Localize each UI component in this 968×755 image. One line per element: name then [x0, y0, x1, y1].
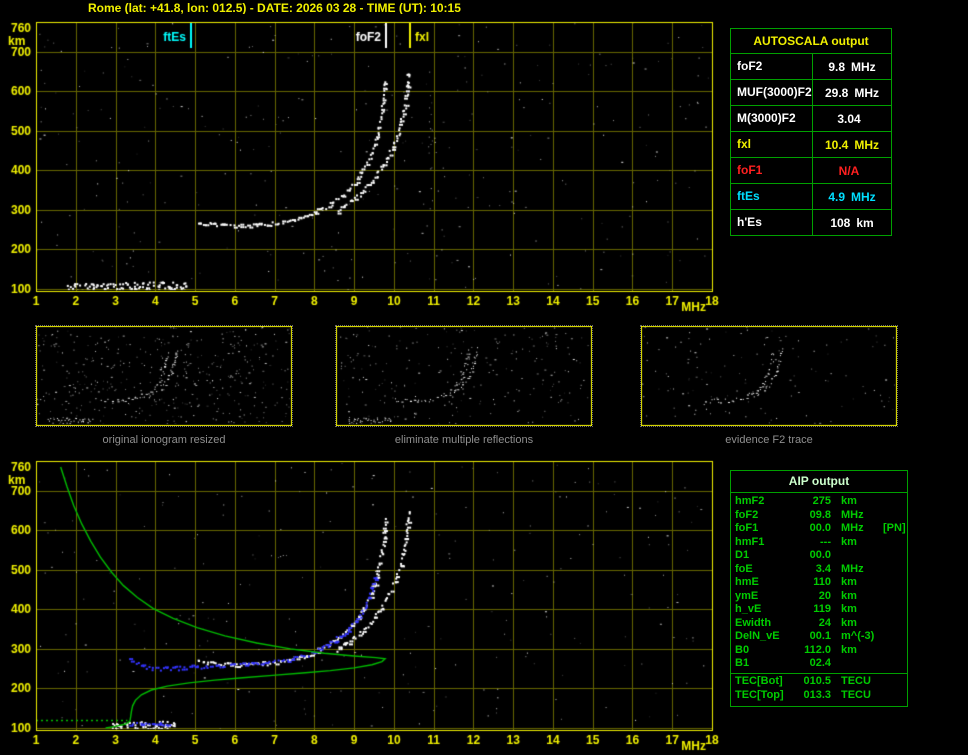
aip-panel-header: AIP output: [731, 471, 907, 493]
aip-row-d1: D1 00.0: [735, 549, 831, 561]
autoscala-value: 29.8: [824, 85, 849, 100]
autoscala-unit: MHz: [851, 59, 876, 74]
top-ionogram-chart: [0, 14, 728, 320]
autoscala-value: 10.4: [824, 137, 849, 152]
thumbnail-caption-filtered: eliminate multiple reflections: [394, 434, 534, 446]
autoscala-label: foF1: [731, 158, 813, 183]
autoscala-label: foF2: [731, 54, 813, 79]
aip-row-tec-bot: TEC[Bot] 010.5 TECU: [731, 672, 907, 690]
autoscala-output-panel: AUTOSCALA output foF2 9.8 MHz MUF(3000)F2…: [730, 28, 892, 236]
autoscala-label: ftEs: [731, 184, 813, 209]
bottom-ionogram-profile-chart: [0, 452, 728, 755]
thumbnail-f2-trace: [640, 325, 898, 427]
aip-row-yme: ymE 20 km: [735, 589, 857, 602]
autoscala-unit: MHz: [851, 189, 876, 204]
autoscala-label: M(3000)F2: [731, 106, 813, 131]
autoscala-panel-header: AUTOSCALA output: [731, 29, 891, 54]
autoscala-value: N/A: [838, 163, 860, 178]
autoscala-unit: MHz: [854, 85, 880, 100]
autoscala-row-fxl: fxl 10.4 MHz: [731, 132, 891, 158]
autoscala-row-muf3000f2: MUF(3000)F2 29.8 MHz: [731, 80, 891, 106]
autoscala-label: fxl: [731, 132, 813, 157]
autoscala-row-fof2: foF2 9.8 MHz: [731, 54, 891, 80]
autoscala-value: 9.8: [828, 59, 845, 74]
aip-row-hmf1: hmF1 --- km: [735, 535, 857, 548]
autoscala-unit: km: [856, 215, 874, 230]
autoscala-window: Rome (lat: +41.8, lon: 012.5) - DATE: 20…: [0, 0, 968, 755]
aip-row-b1: B1 02.4: [735, 657, 831, 669]
autoscala-value: 3.04: [837, 111, 861, 126]
aip-row-hme: hmE 110 km: [735, 576, 857, 588]
autoscala-label: h'Es: [731, 210, 813, 235]
autoscala-row-fof1: foF1 N/A: [731, 158, 891, 184]
aip-row-hve: h_vE 119 km: [735, 603, 857, 615]
autoscala-unit: MHz: [854, 137, 880, 152]
thumbnail-filtered-ionogram: [335, 325, 593, 427]
aip-row-foe: foE 3.4 MHz: [735, 562, 864, 575]
aip-row-ewidth: Ewidth 24 km: [735, 616, 857, 629]
autoscala-row-m3000f2: M(3000)F2 3.04: [731, 106, 891, 132]
aip-output-panel: AIP output hmF2 275 km foF2 09.8 MHz foF1 00.…: [730, 470, 908, 707]
window-title: Rome (lat: +41.8, lon: 012.5) - DATE: 20…: [88, 1, 461, 15]
autoscala-value: 108: [830, 215, 851, 230]
autoscala-label: MUF(3000)F2: [731, 80, 813, 105]
autoscala-row-hes: h'Es 108 km: [731, 210, 891, 235]
thumbnail-original-ionogram: [35, 325, 293, 427]
autoscala-row-ftes: ftEs 4.9 MHz: [731, 184, 891, 210]
aip-row-hmf2: hmF2 275 km: [735, 495, 857, 507]
aip-row-tec-top: TEC[Top] 013.3 TECU: [735, 689, 871, 701]
aip-row-fof1: foF1 00.0 MHz [PN]: [735, 522, 906, 534]
aip-row-b0: B0 112.0 km: [735, 643, 857, 656]
autoscala-value: 4.9: [828, 189, 845, 204]
aip-row-fof2: foF2 09.8 MHz: [735, 508, 864, 521]
aip-row-delnve: DelN_vE 00.1 m^(-3): [735, 630, 875, 642]
thumbnail-caption-original: original ionogram resized: [102, 434, 226, 446]
thumbnail-caption-f2: evidence F2 trace: [725, 434, 813, 446]
